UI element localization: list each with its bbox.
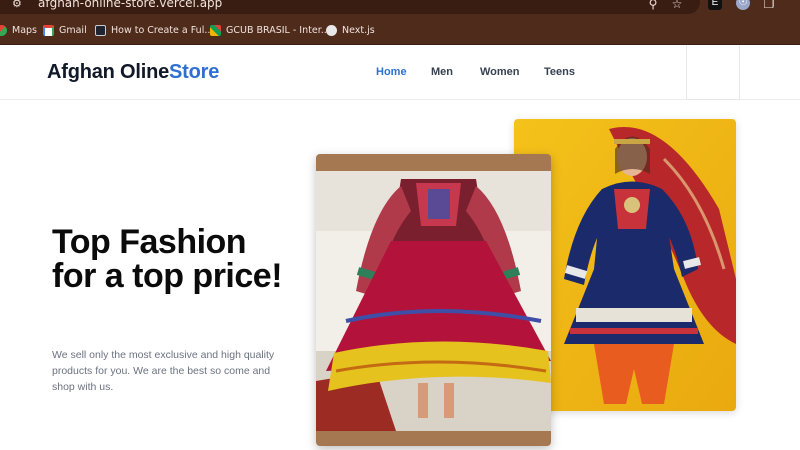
- globe-icon: [326, 24, 337, 36]
- nav-women[interactable]: Women: [480, 66, 520, 78]
- maps-icon: [0, 24, 7, 36]
- hero-description: We sell only the most exclusive and high…: [52, 349, 275, 393]
- bookmark-maps[interactable]: Maps: [0, 23, 37, 37]
- bookmark-nextjs[interactable]: Next.js: [326, 23, 375, 37]
- address-bar-url[interactable]: afghan-online-store.vercel.app: [38, 0, 222, 10]
- brand-logo[interactable]: Afghan OlineStore: [47, 61, 219, 84]
- bookmark-gmail[interactable]: Gmail: [43, 23, 87, 37]
- bookmark-label: Next.js: [342, 24, 375, 36]
- bookmark-label: How to Create a Ful...: [111, 24, 214, 36]
- dev-icon: [95, 24, 106, 36]
- cart-button[interactable]: [686, 46, 740, 100]
- site-header: Afghan OlineStore Home Men Women Teens: [0, 46, 800, 100]
- bookmark-label: GCUB BRASIL - Inter...: [226, 24, 330, 36]
- hero-image-front: [316, 154, 551, 446]
- bookmark-label: Gmail: [59, 24, 87, 36]
- browser-toolbar: ⚙ afghan-online-store.vercel.app ⚲ ☆ E ☉…: [0, 0, 800, 15]
- nav-home[interactable]: Home: [376, 66, 407, 78]
- star-icon[interactable]: ☆: [670, 0, 684, 11]
- hero-title: Top Fashion for a top price!: [52, 223, 283, 295]
- nav-teens[interactable]: Teens: [544, 66, 575, 78]
- bookmark-label: Maps: [12, 24, 37, 36]
- shield-icon[interactable]: ☉: [736, 0, 750, 10]
- gcub-icon: [210, 24, 221, 36]
- bookmark-gcub[interactable]: GCUB BRASIL - Inter...: [210, 23, 330, 37]
- brand-accent: Store: [169, 61, 220, 83]
- zoom-icon[interactable]: ⚲: [646, 0, 660, 11]
- brand-main: Afghan Oline: [47, 61, 170, 83]
- bookmark-how-to-create[interactable]: How to Create a Ful...: [95, 23, 213, 37]
- extension-icon[interactable]: E: [708, 0, 722, 10]
- nav-men[interactable]: Men: [431, 66, 453, 78]
- site-info-icon[interactable]: ⚙: [12, 0, 26, 10]
- bookmarks-bar: Maps Gmail How to Create a Ful... GCUB B…: [0, 15, 800, 45]
- puzzle-icon[interactable]: ❐: [762, 0, 776, 11]
- gmail-icon: [43, 24, 54, 36]
